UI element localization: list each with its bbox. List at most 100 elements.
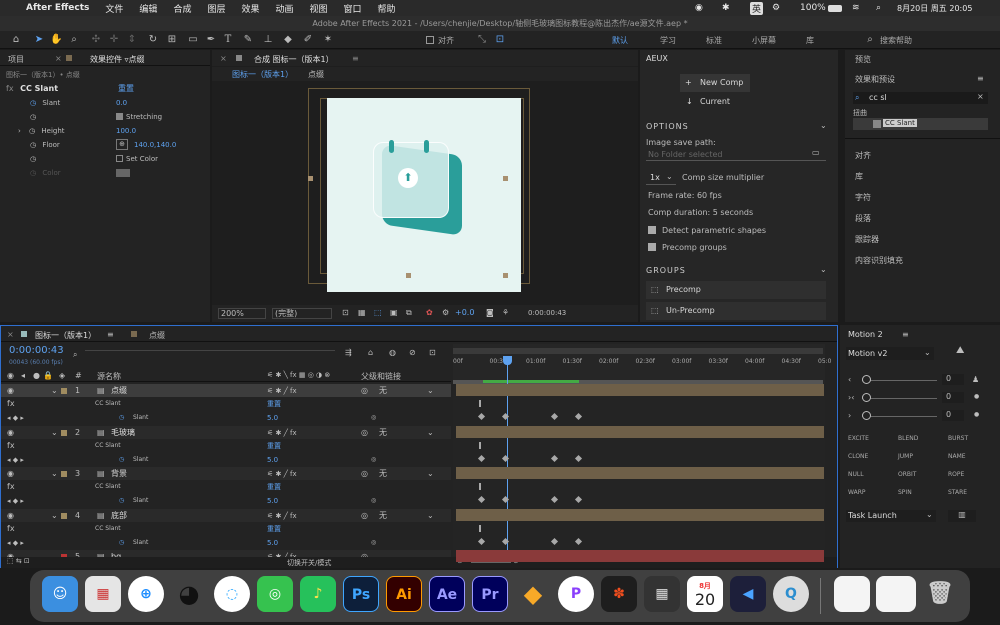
link-icon[interactable]: ◎ <box>361 426 368 440</box>
comp-timecode[interactable]: 0:00:00:43 <box>528 309 566 317</box>
home-icon[interactable]: ⌂ <box>10 34 22 46</box>
value-2[interactable]: 0 <box>942 392 964 403</box>
snapshot-icon[interactable]: ⊡ <box>342 308 349 317</box>
property-value[interactable]: 5.0 <box>267 411 278 425</box>
slider-3-thumb[interactable] <box>862 411 871 420</box>
align-checkbox[interactable] <box>426 36 434 44</box>
fx-icon[interactable]: fx <box>7 397 15 411</box>
transform-handle[interactable] <box>308 176 313 181</box>
menu-layer[interactable]: 图层 <box>207 2 225 15</box>
comp-duration-field[interactable]: Comp duration: 5 seconds <box>648 208 753 217</box>
sketch-icon[interactable]: ◆ <box>515 576 551 612</box>
bluetooth-icon[interactable]: ✱ <box>722 3 730 13</box>
stopwatch-icon[interactable]: ◷ <box>30 155 36 163</box>
calculator-icon[interactable]: ▦ <box>644 576 680 612</box>
eraser-tool-icon[interactable]: ◆ <box>282 34 294 46</box>
menu-composition[interactable]: 合成 <box>173 2 191 15</box>
link-icon[interactable]: ◎ <box>361 384 368 398</box>
draft-3d-icon[interactable]: ⌂ <box>368 348 373 357</box>
media-player-icon[interactable]: ◀ <box>730 576 766 612</box>
layer-name[interactable]: 背景 <box>111 467 127 481</box>
keyframe-nav-icon[interactable]: ◂ ◆ ▸ <box>7 536 24 550</box>
stopwatch-icon[interactable]: ◷ <box>119 411 124 425</box>
motion-action-name[interactable]: NAME <box>948 453 966 460</box>
close-icon[interactable]: × <box>7 330 14 339</box>
preview-tab[interactable]: 预览 <box>855 54 871 65</box>
transform-handle[interactable] <box>503 176 508 181</box>
clear-icon[interactable]: × <box>977 92 984 101</box>
frame-blending-icon[interactable]: ⊘ <box>409 348 416 357</box>
color-swatch[interactable] <box>116 169 130 177</box>
zoom-select[interactable]: 200% <box>218 308 266 319</box>
delete-button[interactable]: ▥ <box>948 510 976 522</box>
expression-icon[interactable]: ◎ <box>371 411 376 425</box>
motion2-title[interactable]: Motion 2 <box>848 330 883 339</box>
effect-marker[interactable] <box>479 483 481 490</box>
stopwatch-icon[interactable]: ◷ <box>30 113 36 121</box>
launchpad-icon[interactable]: ▦ <box>85 576 121 612</box>
slider-2[interactable] <box>862 398 937 399</box>
channel-icon[interactable]: ▣ <box>390 308 398 317</box>
transparency-grid-icon[interactable]: ▦ <box>358 308 366 317</box>
crumb-comp[interactable]: 图标一（版本1） <box>232 69 293 80</box>
motion-action-jump[interactable]: JUMP <box>898 453 913 460</box>
photoshop-icon[interactable]: Ps <box>343 576 379 612</box>
source-name-header[interactable]: 源名称 <box>97 371 121 382</box>
reset-link[interactable]: 重置 <box>118 82 134 96</box>
safari-icon[interactable]: ⊕ <box>128 576 164 612</box>
clone-stamp-tool-icon[interactable]: ⊥ <box>262 34 274 46</box>
property-value[interactable]: 5.0 <box>267 453 278 467</box>
expression-icon[interactable]: ◎ <box>371 453 376 467</box>
chevron-both-icon[interactable]: ›‹ <box>848 393 854 402</box>
record-icon[interactable]: ◉ <box>695 3 703 13</box>
stopwatch-icon[interactable]: ◷ <box>119 453 124 467</box>
menu-icon[interactable]: ≡ <box>352 54 359 63</box>
layer-name[interactable]: 点缀 <box>111 384 127 398</box>
motion-version-select[interactable]: Motion v2 ⌄ <box>846 347 934 360</box>
pan-behind-tool-icon[interactable]: ⊞ <box>166 34 178 46</box>
close-icon[interactable]: × <box>55 54 62 63</box>
label-color-swatch[interactable] <box>61 429 67 436</box>
slider-1[interactable] <box>862 380 937 381</box>
expand-arrow-icon[interactable]: ⌄ <box>51 509 58 523</box>
value-1[interactable]: 0 <box>942 374 964 385</box>
character-panel-tab[interactable]: 字符 <box>855 192 871 203</box>
wechat-icon[interactable]: ◎ <box>257 576 293 612</box>
reset-link[interactable]: 重置 <box>267 397 281 411</box>
fx-icon[interactable]: fx <box>7 439 15 453</box>
switch-icons[interactable]: ⚟ ✱ ╱ fx <box>267 426 297 440</box>
calendar-icon[interactable]: 8月 20 <box>687 576 723 612</box>
exposure-value[interactable]: +0.0 <box>455 308 474 317</box>
menu-help[interactable]: 帮助 <box>378 2 396 15</box>
menu-icon[interactable]: ≡ <box>107 330 114 339</box>
settings-menu-icon[interactable]: ⚙ <box>772 3 780 13</box>
input-method-indicator[interactable]: 英 <box>750 1 764 15</box>
layer-duration-bar[interactable] <box>456 384 824 396</box>
roto-brush-tool-icon[interactable]: ✐ <box>302 34 314 46</box>
stopwatch-icon[interactable]: ◷ <box>30 141 36 149</box>
task-launch-select[interactable]: Task Launch ⌄ <box>846 510 936 522</box>
quicktime-icon[interactable]: Q <box>773 576 809 612</box>
protopie-icon[interactable]: P <box>558 576 594 612</box>
effect-marker[interactable] <box>479 400 481 407</box>
dolly-tool-icon[interactable]: ⇕ <box>126 34 138 46</box>
menu-animation[interactable]: 动画 <box>275 2 293 15</box>
window-thumbnail[interactable] <box>834 576 870 612</box>
motion-action-excite[interactable]: EXCITE <box>848 435 869 442</box>
workspace-libraries[interactable]: 库 <box>806 35 814 46</box>
parent-select[interactable]: 无 <box>379 384 387 398</box>
eye-icon[interactable]: ◉ <box>7 509 14 523</box>
menu-effect[interactable]: 效果 <box>241 2 259 15</box>
pan-tool-icon[interactable]: ✛ <box>108 34 120 46</box>
tab-composition[interactable]: 合成 图标一（版本1） <box>254 54 334 65</box>
motion-action-burst[interactable]: BURST <box>948 435 968 442</box>
precomp-groups-checkbox[interactable] <box>648 243 656 251</box>
pen-tool-icon[interactable]: ✒ <box>205 34 217 46</box>
camera-icon[interactable]: ◙ <box>486 308 494 317</box>
eye-icon[interactable]: ◉ <box>7 426 14 440</box>
prop-value-height[interactable]: 100.0 <box>116 124 136 138</box>
motion-action-orbit[interactable]: ORBIT <box>898 471 916 478</box>
layer-duration-bar[interactable] <box>456 508 824 521</box>
parent-select[interactable]: 无 <box>379 426 387 440</box>
tab-project[interactable]: 项目 <box>8 54 24 65</box>
